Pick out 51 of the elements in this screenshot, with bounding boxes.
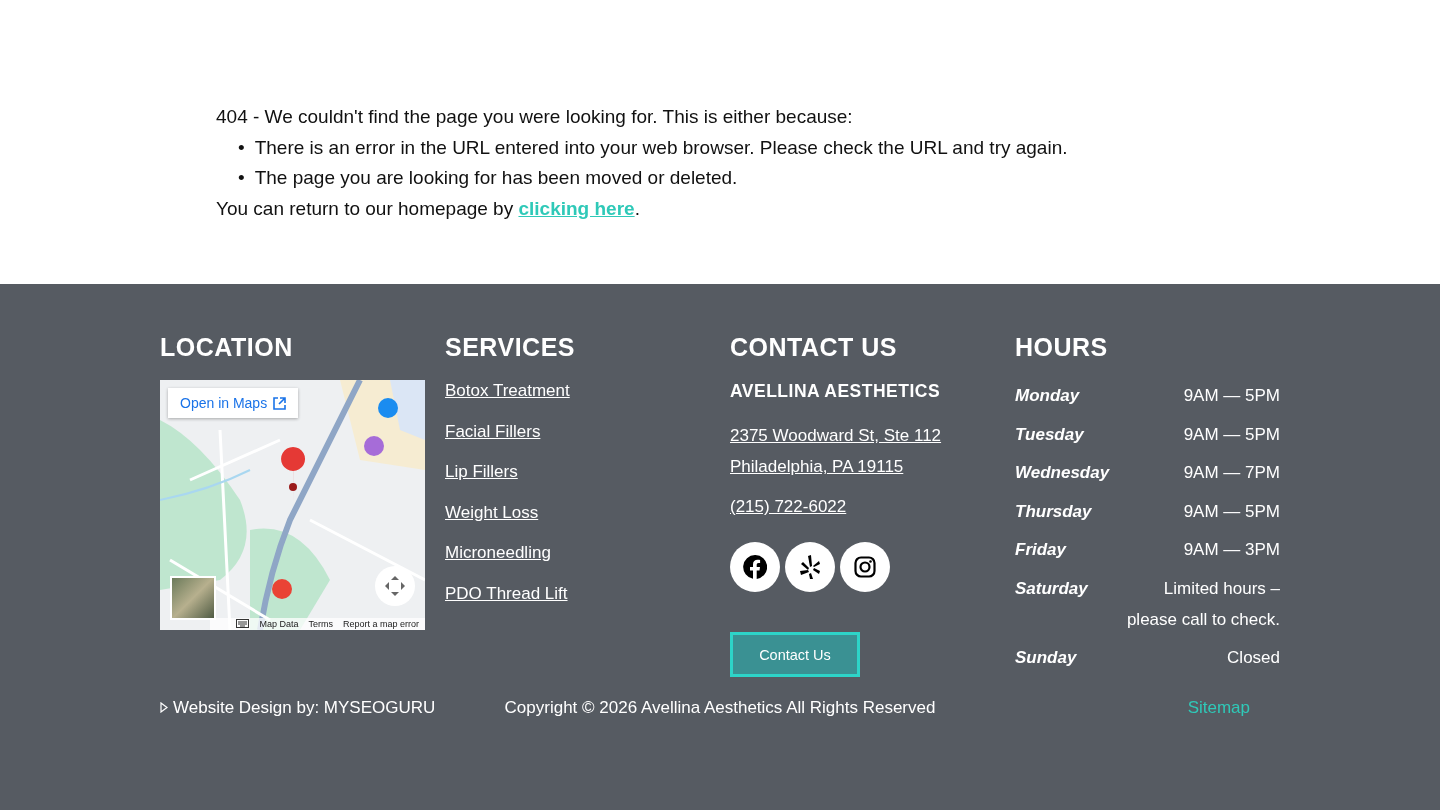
reason-item: There is an error in the URL entered into your web browser. Please check the URL and try again. xyxy=(254,135,1068,160)
bullet-marker: • xyxy=(238,166,245,190)
service-link[interactable]: Botox Treatment xyxy=(445,380,730,402)
contact-us-button[interactable]: Contact Us xyxy=(730,632,860,677)
service-link[interactable]: Lip Fillers xyxy=(445,461,730,483)
map-attribution-link[interactable]: Map Data xyxy=(259,619,299,629)
opening-hours: 9AM — 5PM xyxy=(1183,500,1280,523)
phone-link[interactable]: (215) 722-6022 xyxy=(730,491,1015,522)
open-in-maps-button[interactable]: Open in Maps xyxy=(168,388,299,418)
opening-hours: 9AM — 5PM xyxy=(1183,385,1280,407)
design-credit: Website Design by: MYSEOGURU xyxy=(173,697,436,718)
location-heading: LOCATION xyxy=(160,332,294,362)
bullet-marker: • xyxy=(238,135,245,160)
day-label: Wednesday xyxy=(1015,462,1110,484)
map-attribution-link[interactable]: Report a map error xyxy=(342,619,419,629)
day-label: Friday xyxy=(1015,539,1067,561)
day-label: Monday xyxy=(1015,385,1080,407)
caret-icon xyxy=(160,702,168,713)
copyright-text: Copyright © 2026 Avellina Aesthetics All Rights Reserved xyxy=(504,697,936,718)
keyboard-icon[interactable] xyxy=(236,619,250,628)
address-link[interactable]: Philadelphia, PA 19115 xyxy=(730,451,1015,482)
facebook-icon xyxy=(743,555,767,579)
service-link[interactable]: Facial Fillers xyxy=(445,420,730,443)
opening-hours: 9AM — 7PM xyxy=(1183,462,1280,484)
satellite-toggle[interactable] xyxy=(170,576,216,620)
day-label: Saturday xyxy=(1015,577,1088,600)
yelp-icon xyxy=(799,555,821,579)
social-button[interactable] xyxy=(840,542,890,592)
service-link[interactable]: PDO Thread Lift xyxy=(445,582,730,605)
social-button[interactable] xyxy=(785,542,835,592)
return-sentence: You can return to our homepage by clicking here. xyxy=(216,196,641,221)
external-link-icon xyxy=(273,396,287,410)
hours-heading: HOURS xyxy=(1015,332,1109,362)
day-label: Thursday xyxy=(1015,500,1092,523)
opening-hours: 9AM — 3PM xyxy=(1183,539,1280,561)
social-button[interactable] xyxy=(730,542,780,592)
business-name: AVELLINA AESTHETICS xyxy=(730,380,942,402)
instagram-icon xyxy=(854,556,876,578)
day-label: Sunday xyxy=(1015,647,1077,669)
service-link[interactable]: Weight Loss xyxy=(445,501,730,524)
map-attribution-link[interactable]: Terms xyxy=(308,619,333,629)
services-heading: SERVICES xyxy=(445,332,576,362)
address-link[interactable]: 2375 Woodward St, Ste 112 xyxy=(730,420,1015,451)
service-link[interactable]: Microneedling xyxy=(445,542,730,564)
opening-hours: Limited hours – please call to check. xyxy=(1125,577,1280,631)
reason-item: The page you are looking for has been moved or deleted. xyxy=(254,166,738,190)
day-label: Tuesday xyxy=(1015,423,1084,446)
opening-hours: Closed xyxy=(1227,647,1280,669)
contact-heading: CONTACT US xyxy=(730,332,899,362)
opening-hours: 9AM — 5PM xyxy=(1183,423,1280,446)
error-message: 404 - We couldn't find the page you were looking for. This is either because: xyxy=(216,105,854,129)
